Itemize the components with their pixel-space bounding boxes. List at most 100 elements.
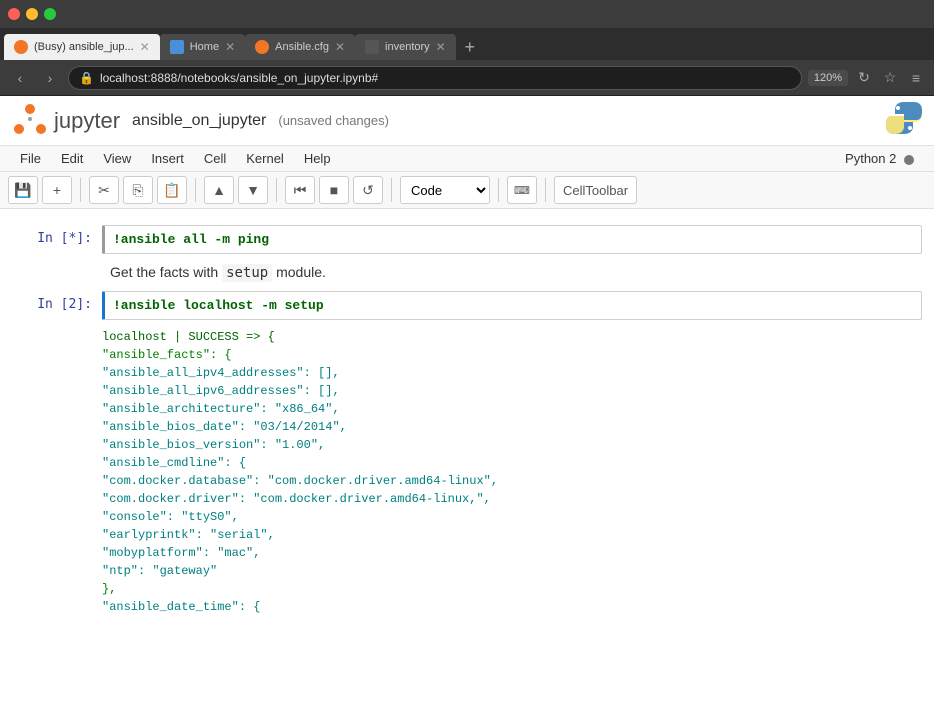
close-button[interactable] [8, 8, 20, 20]
tab-favicon-jupyter [14, 40, 28, 54]
jupyter-logo-icon [12, 103, 48, 139]
kernel-status-dot [904, 155, 914, 165]
menu-view[interactable]: View [95, 148, 139, 169]
save-button[interactable]: 💾 [8, 176, 38, 204]
jupyter-logo: jupyter [12, 103, 120, 139]
refresh-button[interactable]: ↻ [854, 68, 874, 88]
output-line-7: "ansible_cmdline": { [102, 454, 922, 472]
menu-kernel[interactable]: Kernel [238, 148, 292, 169]
tab-label-jupyter: (Busy) ansible_jup... [34, 41, 134, 53]
cut-button[interactable]: ✂ [89, 176, 119, 204]
tab-close-ansible-cfg[interactable]: ✕ [335, 40, 345, 54]
keyboard-shortcut-button[interactable]: ⌨ [507, 176, 537, 204]
setup-code: setup [222, 264, 272, 282]
toolbar-separator-1 [80, 178, 81, 202]
cell-1-content: !ansible all -m ping [113, 232, 269, 247]
toolbar-separator-6 [545, 178, 546, 202]
tab-jupyter[interactable]: (Busy) ansible_jup... ✕ [4, 34, 160, 60]
menu-insert[interactable]: Insert [143, 148, 192, 169]
toolbar: 💾 + ✂ ⎘ 📋 ▲ ▼ ⏮ ■ ↺ Code ⌨ CellToolbar [0, 172, 934, 209]
output-line-5: "ansible_bios_date": "03/14/2014", [102, 418, 922, 436]
forward-button[interactable]: › [38, 66, 62, 90]
settings-icon[interactable]: ≡ [906, 68, 926, 88]
back-button[interactable]: ‹ [8, 66, 32, 90]
restart-button[interactable]: ↺ [353, 176, 383, 204]
tab-close-jupyter[interactable]: ✕ [140, 40, 150, 54]
tab-close-inventory[interactable]: ✕ [436, 40, 446, 54]
bookmarks-icon[interactable]: ☆ [880, 68, 900, 88]
stop-button[interactable]: ■ [319, 176, 349, 204]
minimize-button[interactable] [26, 8, 38, 20]
menu-help[interactable]: Help [296, 148, 339, 169]
kernel-label: Python 2 [837, 148, 922, 169]
paste-button[interactable]: 📋 [157, 176, 187, 204]
maximize-button[interactable] [44, 8, 56, 20]
jupyter-header: jupyter ansible_on_jupyter (unsaved chan… [0, 96, 934, 146]
url-bar[interactable]: 🔒 localhost:8888/notebooks/ansible_on_ju… [68, 66, 802, 90]
zoom-level: 120% [808, 70, 848, 86]
cell-text-content: Get the facts with setup module. [102, 258, 922, 287]
output-line-0: localhost | SUCCESS => { [102, 328, 922, 346]
toolbar-separator-3 [276, 178, 277, 202]
output-line-10: "console": "ttyS0", [102, 508, 922, 526]
output-line-1: "ansible_facts": { [102, 346, 922, 364]
output-line-2: "ansible_all_ipv4_addresses": [], [102, 364, 922, 382]
output-container: localhost | SUCCESS => { "ansible_facts"… [0, 324, 934, 620]
add-cell-button[interactable]: + [42, 176, 72, 204]
tab-favicon-home [170, 40, 184, 54]
cell-text-prompt [12, 258, 102, 287]
move-up-button[interactable]: ▲ [204, 176, 234, 204]
output-line-11: "earlyprintk": "serial", [102, 526, 922, 544]
cell-2-body: !ansible localhost -m setup [102, 291, 922, 320]
menu-edit[interactable]: Edit [53, 148, 91, 169]
output-line-3: "ansible_all_ipv6_addresses": [], [102, 382, 922, 400]
cell-text-container: Get the facts with setup module. [0, 258, 934, 287]
address-bar: ‹ › 🔒 localhost:8888/notebooks/ansible_o… [0, 60, 934, 96]
python-logo [886, 100, 922, 141]
cell-1-code[interactable]: !ansible all -m ping [102, 225, 922, 254]
tab-label-home: Home [190, 41, 219, 53]
cell-2-prompt: In [2]: [12, 291, 102, 320]
tab-home[interactable]: Home ✕ [160, 34, 245, 60]
cell-2-content: !ansible localhost -m setup [113, 298, 324, 313]
cell-1-prompt: In [*]: [12, 225, 102, 254]
output-prompt [12, 324, 102, 620]
toolbar-separator-5 [498, 178, 499, 202]
title-bar [0, 0, 934, 28]
output-line-8: "com.docker.database": "com.docker.drive… [102, 472, 922, 490]
unsaved-changes-label: (unsaved changes) [278, 113, 389, 128]
tab-favicon-ansible-cfg [255, 40, 269, 54]
jupyter-logo-text: jupyter [54, 108, 120, 134]
notebook-title[interactable]: ansible_on_jupyter [132, 112, 266, 130]
skip-to-start-button[interactable]: ⏮ [285, 176, 315, 204]
output-line-6: "ansible_bios_version": "1.00", [102, 436, 922, 454]
copy-button[interactable]: ⎘ [123, 176, 153, 204]
output-line-14: }, [102, 580, 922, 598]
new-tab-button[interactable]: + [456, 34, 484, 60]
notebook-content[interactable]: In [*]: !ansible all -m ping Get the fac… [0, 209, 934, 705]
jupyter-app: jupyter ansible_on_jupyter (unsaved chan… [0, 96, 934, 705]
cell-type-select[interactable]: Code [400, 176, 490, 204]
cell-1-container: In [*]: !ansible all -m ping [0, 225, 934, 254]
output-line-15: "ansible_date_time": { [102, 598, 922, 616]
move-down-button[interactable]: ▼ [238, 176, 268, 204]
cell-1-body: !ansible all -m ping [102, 225, 922, 254]
cell-toolbar-button[interactable]: CellToolbar [554, 176, 637, 204]
toolbar-separator-2 [195, 178, 196, 202]
tab-inventory[interactable]: inventory ✕ [355, 34, 456, 60]
tab-close-home[interactable]: ✕ [225, 40, 235, 54]
browser-window: (Busy) ansible_jup... ✕ Home ✕ Ansible.c… [0, 0, 934, 96]
toolbar-separator-4 [391, 178, 392, 202]
tab-label-ansible-cfg: Ansible.cfg [275, 41, 329, 53]
menu-file[interactable]: File [12, 148, 49, 169]
url-text[interactable]: localhost:8888/notebooks/ansible_on_jupy… [100, 71, 791, 85]
output-line-12: "mobyplatform": "mac", [102, 544, 922, 562]
output-line-9: "com.docker.driver": "com.docker.driver.… [102, 490, 922, 508]
traffic-lights [8, 8, 56, 20]
output-line-4: "ansible_architecture": "x86_64", [102, 400, 922, 418]
menu-bar: File Edit View Insert Cell Kernel Help P… [0, 146, 934, 172]
cell-2-code[interactable]: !ansible localhost -m setup [102, 291, 922, 320]
menu-cell[interactable]: Cell [196, 148, 234, 169]
tab-ansible-cfg[interactable]: Ansible.cfg ✕ [245, 34, 355, 60]
output-body: localhost | SUCCESS => { "ansible_facts"… [102, 324, 922, 620]
